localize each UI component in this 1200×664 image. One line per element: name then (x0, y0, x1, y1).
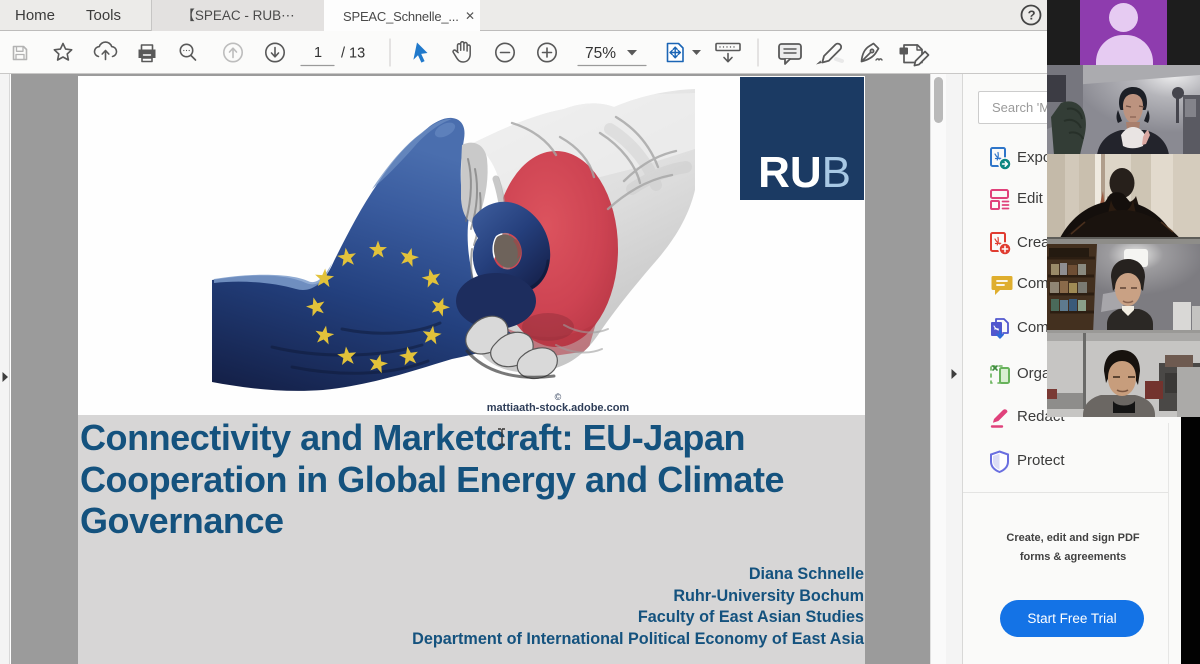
svg-text:?: ? (1028, 8, 1036, 23)
svg-text:1: 1 (314, 45, 322, 61)
svg-text:/ 13: / 13 (341, 46, 365, 62)
svg-text:75%: 75% (585, 45, 616, 62)
